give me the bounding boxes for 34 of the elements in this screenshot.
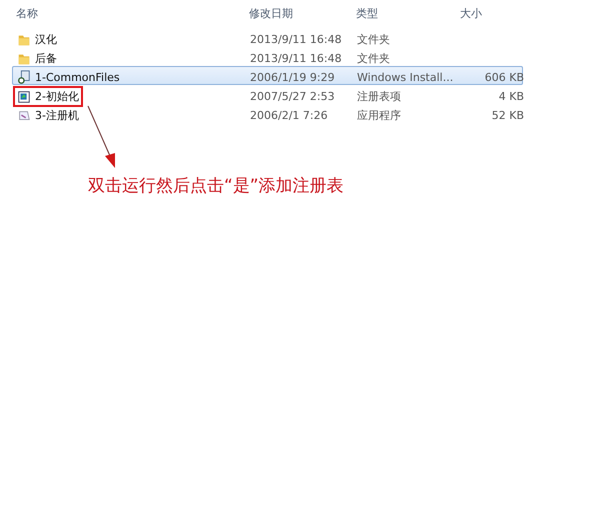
file-row[interactable]: 后备 2013/9/11 16:48 文件夹 (12, 47, 523, 66)
modified-date: 2013/9/11 16:48 (250, 52, 343, 65)
modified-date: 2013/9/11 16:48 (250, 33, 343, 46)
installer-icon (17, 70, 31, 84)
file-type: 应用程序 (357, 108, 402, 123)
file-type: 文件夹 (357, 32, 391, 47)
folder-icon (17, 32, 31, 46)
column-header[interactable]: 名称 (16, 6, 249, 20)
file-name: 后备 (35, 51, 57, 66)
file-row[interactable]: 1-CommonFiles 2006/1/19 9:29 Windows Install... 606 KB (12, 66, 523, 85)
folder-icon (17, 52, 31, 66)
file-name: 3-注册机 (35, 108, 79, 123)
modified-date: 2006/1/19 9:29 (250, 70, 336, 84)
file-size: 4 KB (498, 90, 524, 103)
file-size: 52 KB (492, 109, 524, 122)
modified-date: 2006/2/1 7:26 (250, 109, 329, 122)
column-header[interactable]: 大小 (460, 6, 523, 20)
file-name: 1-CommonFiles (35, 70, 120, 84)
column-header[interactable]: 修改日期 (249, 6, 356, 20)
annotation-arrow (88, 106, 115, 168)
file-row[interactable]: 2-初始化 2007/5/27 2:53 注册表项 4 KB (12, 85, 523, 104)
file-row[interactable]: 汉化 2013/9/11 16:48 文件夹 (12, 28, 523, 47)
file-name: 汉化 (35, 32, 57, 47)
file-type: 文件夹 (357, 51, 391, 66)
modified-date: 2007/5/27 2:53 (250, 90, 336, 103)
file-name: 2-初始化 (35, 89, 79, 104)
file-size: 606 KB (484, 70, 524, 84)
file-type: Windows Install... (357, 70, 454, 84)
file-type: 注册表项 (357, 89, 402, 104)
file-row[interactable]: 3-注册机 2006/2/1 7:26 应用程序 52 KB (12, 104, 523, 123)
annotation-text: 双击运行然后点击“是”添加注册表 (88, 175, 344, 197)
program-icon (17, 108, 31, 122)
column-header[interactable]: 类型 (356, 6, 460, 20)
registry-file-icon (17, 90, 31, 104)
